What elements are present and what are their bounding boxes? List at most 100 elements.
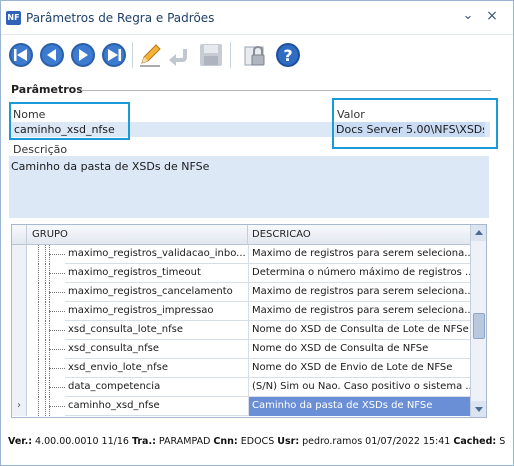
connection-value: EDOCS <box>240 436 275 447</box>
tree-connector <box>45 378 46 397</box>
previous-icon <box>40 43 64 67</box>
vertical-scrollbar[interactable] <box>470 225 486 417</box>
table-row[interactable]: maximo_registros_impressao Maximo de regi… <box>12 302 470 321</box>
toolbar-separator <box>132 42 133 68</box>
save-icon <box>200 44 222 66</box>
cell-descricao[interactable]: Determina o número máximo de registros .… <box>248 264 470 283</box>
cell-descricao[interactable]: Caminho da pasta de XSDs de NFSe <box>248 397 470 416</box>
tree-connector <box>45 283 46 302</box>
valor-highlight <box>332 98 498 149</box>
row-indicator[interactable] <box>12 359 27 378</box>
tree-connector <box>45 321 46 340</box>
user-label: Usr: <box>277 436 300 447</box>
cell-descricao[interactable]: Nome do XSD de Consulta de NFSe <box>248 340 470 359</box>
tree-connector <box>45 302 46 321</box>
minimize-button[interactable]: ⌄ <box>461 9 475 24</box>
next-record-button[interactable] <box>69 41 97 69</box>
row-indicator[interactable] <box>12 283 27 302</box>
toolbar: ? <box>1 36 513 74</box>
lock-button[interactable] <box>242 41 270 69</box>
row-indicator-header <box>12 225 27 245</box>
section-divider <box>81 90 491 91</box>
cell-grupo[interactable]: xsd_consulta_nfse <box>67 340 248 359</box>
descricao-label: Descrição <box>13 143 68 156</box>
grid-header: GRUPO DESCRICAO <box>12 225 470 245</box>
last-record-button[interactable] <box>100 41 128 69</box>
tree-branch <box>49 330 65 331</box>
parameters-grid[interactable]: GRUPO DESCRICAO maximo_registros_validac… <box>11 224 487 418</box>
row-indicator[interactable]: › <box>12 397 27 416</box>
tree-branch <box>49 406 65 407</box>
nome-highlight <box>9 102 130 140</box>
table-row[interactable]: maximo_registros_validacao_inbo... Maximo… <box>12 245 470 264</box>
undo-button[interactable] <box>165 41 193 69</box>
table-row[interactable]: data_competencia (S/N) Sim ou Nao. Caso p… <box>12 378 470 397</box>
cell-grupo[interactable]: maximo_registros_validacao_inbo... <box>67 245 248 264</box>
table-row[interactable]: xsd_envio_lote_nfse Nome do XSD de Envio … <box>12 359 470 378</box>
version-label: Ver.: <box>8 436 33 447</box>
help-icon: ? <box>276 43 300 67</box>
cell-descricao[interactable]: (S/N) Sim ou Nao. Caso positivo o sistem… <box>248 378 470 397</box>
cell-descricao[interactable]: Maximo de registros para serem seleciona… <box>248 302 470 321</box>
connection-label: Cnn: <box>213 436 238 447</box>
cached-value: S <box>499 436 506 447</box>
cell-grupo[interactable]: maximo_registros_cancelamento <box>67 283 248 302</box>
row-indicator[interactable] <box>12 302 27 321</box>
pencil-icon <box>140 44 161 67</box>
cached-label: Cached: <box>453 436 497 447</box>
cell-grupo[interactable]: xsd_consulta_lote_nfse <box>67 321 248 340</box>
tree-branch <box>49 387 65 388</box>
row-indicator[interactable] <box>12 245 27 264</box>
first-icon <box>9 43 33 67</box>
column-header-descricao[interactable]: DESCRICAO <box>252 229 311 240</box>
tree-connector <box>45 264 46 283</box>
tree-branch <box>49 292 65 293</box>
previous-record-button[interactable] <box>38 41 66 69</box>
descricao-field[interactable]: Caminho da pasta de XSDs de NFSe <box>11 160 209 173</box>
table-row[interactable]: xsd_consulta_nfse Nome do XSD de Consulta… <box>12 340 470 359</box>
scroll-down-button[interactable] <box>471 401 486 417</box>
table-row[interactable]: › caminho_xsd_nfse Caminho da pasta de XSD… <box>12 397 470 416</box>
transaction-value: PARAMPAD <box>158 436 211 447</box>
scroll-up-button[interactable] <box>471 225 486 241</box>
tree-connector <box>45 340 46 359</box>
save-button[interactable] <box>197 41 225 69</box>
cell-grupo[interactable]: xsd_envio_lote_nfse <box>67 359 248 378</box>
tree-connector <box>45 359 46 378</box>
title-bar: NF Parâmetros de Regra e Padrões ⌄ × <box>1 1 513 35</box>
first-record-button[interactable] <box>7 41 35 69</box>
window: NF Parâmetros de Regra e Padrões ⌄ × ? P… <box>0 0 514 466</box>
cell-descricao[interactable]: Maximo de registros para serem seleciona… <box>248 245 470 264</box>
user-value: pedro.ramos 01/07/2022 15:41 <box>302 436 451 447</box>
column-header-grupo[interactable]: GRUPO <box>32 229 68 240</box>
cell-grupo[interactable]: caminho_xsd_nfse <box>67 397 248 416</box>
close-button[interactable]: × <box>485 9 499 24</box>
row-indicator[interactable] <box>12 264 27 283</box>
table-row[interactable]: xsd_consulta_lote_nfse Nome do XSD de Con… <box>12 321 470 340</box>
tree-connector <box>45 245 46 264</box>
cell-descricao[interactable]: Maximo de registros para serem seleciona… <box>248 283 470 302</box>
last-icon <box>102 43 126 67</box>
section-title: Parâmetros <box>11 83 83 96</box>
svg-text:?: ? <box>283 46 292 65</box>
tree-branch <box>49 311 65 312</box>
row-indicator[interactable] <box>12 378 27 397</box>
cell-grupo[interactable]: maximo_registros_timeout <box>67 264 248 283</box>
row-indicator[interactable] <box>12 321 27 340</box>
scroll-thumb[interactable] <box>473 313 485 339</box>
transaction-label: Tra.: <box>131 436 156 447</box>
edit-button[interactable] <box>136 41 164 69</box>
tree-branch <box>49 273 65 274</box>
cell-grupo[interactable]: data_competencia <box>67 378 248 397</box>
table-row[interactable]: maximo_registros_cancelamento Maximo de r… <box>12 283 470 302</box>
column-separator <box>247 225 248 245</box>
cell-descricao[interactable]: Nome do XSD de Consulta de Lote de NFSe <box>248 321 470 340</box>
cell-descricao[interactable]: Nome do XSD de Envio de Lote de NFSe <box>248 359 470 378</box>
toolbar-separator <box>230 42 231 68</box>
cell-grupo[interactable]: maximo_registros_impressao <box>67 302 248 321</box>
status-bar: Ver.: 4.00.00.0010 11/16 Tra.: PARAMPAD … <box>1 431 513 453</box>
row-indicator[interactable] <box>12 340 27 359</box>
help-button[interactable]: ? <box>274 41 302 69</box>
table-row[interactable]: maximo_registros_timeout Determina o núme… <box>12 264 470 283</box>
tree-connector <box>45 397 46 416</box>
